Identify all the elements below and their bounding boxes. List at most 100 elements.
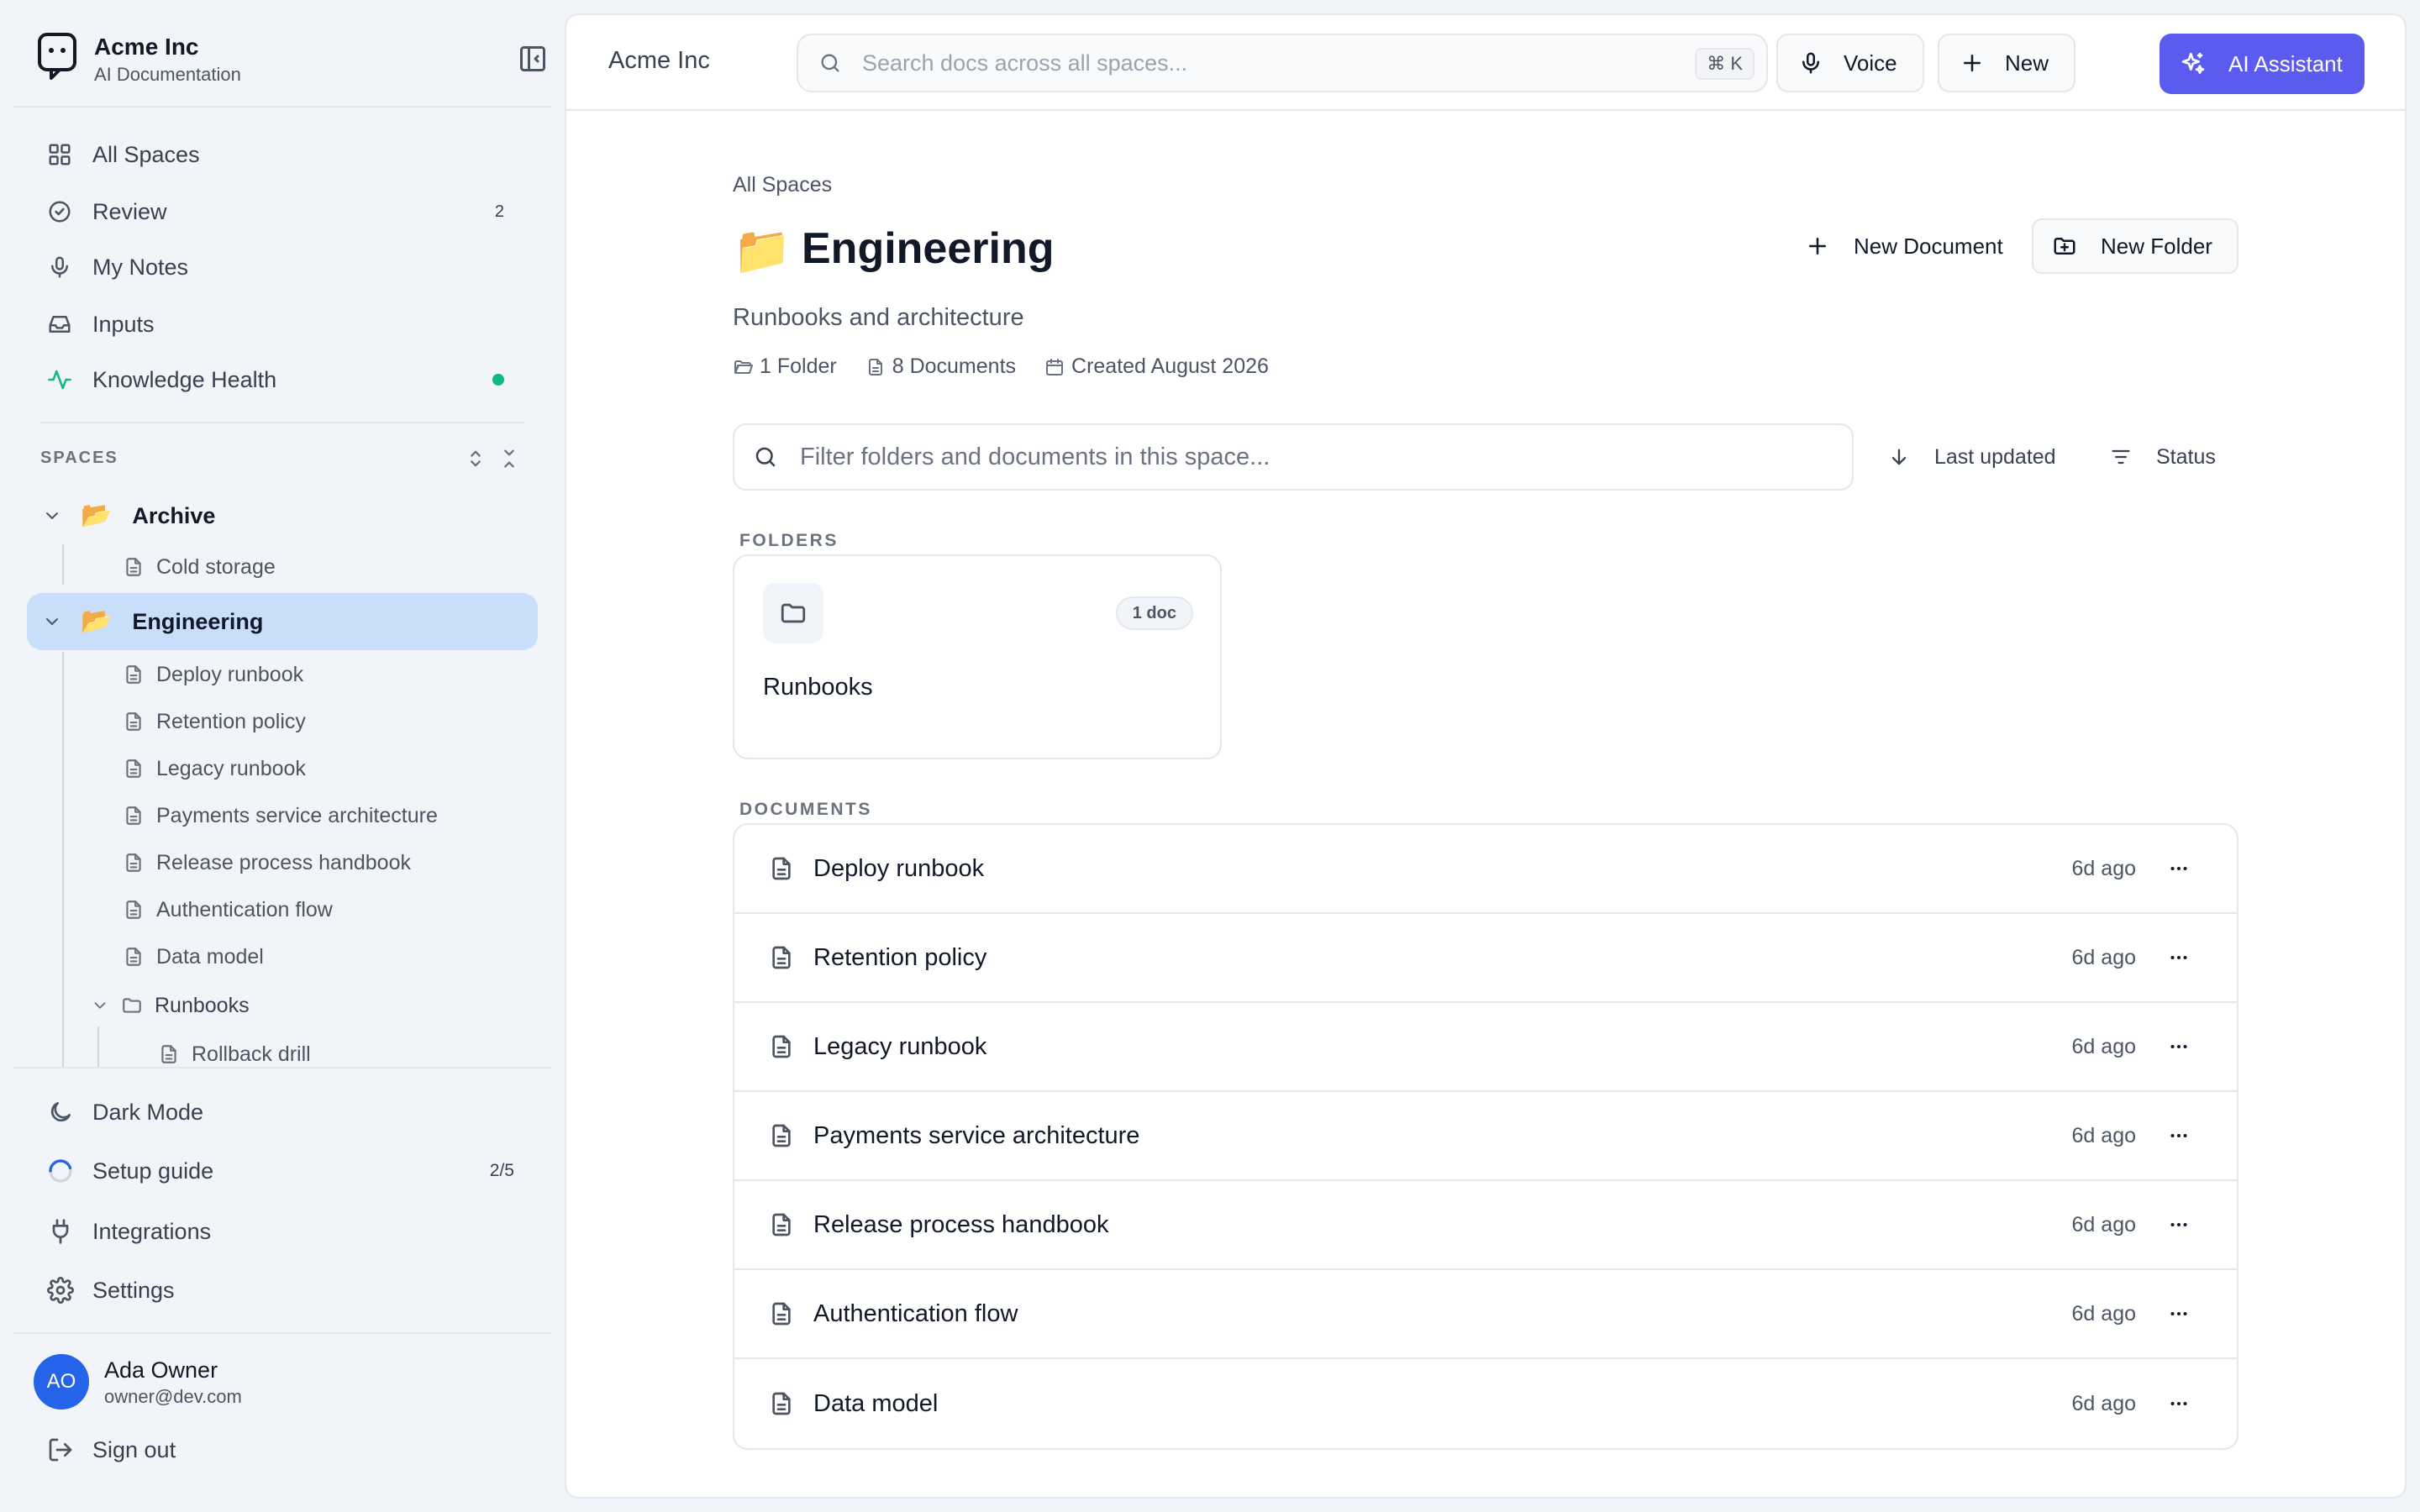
document-row[interactable]: Deploy runbook 6d ago [734, 825, 2237, 914]
tree-doc-data-model[interactable]: Data model [123, 937, 264, 976]
document-title: Deploy runbook [813, 854, 985, 882]
document-title: Data model [813, 1389, 939, 1417]
chevron-down-icon[interactable] [91, 996, 109, 1015]
workspace-title: Acme Inc [608, 47, 710, 74]
document-icon [123, 805, 145, 827]
document-updated: 6d ago [2071, 1123, 2136, 1147]
nav-label: Inputs [92, 311, 155, 337]
more-horizontal-icon[interactable] [2166, 1391, 2191, 1416]
dark-mode-toggle[interactable]: Dark Mode [47, 1089, 526, 1136]
chevron-down-icon[interactable] [42, 506, 62, 526]
plus-icon [1805, 234, 1830, 259]
document-icon [123, 556, 145, 578]
more-horizontal-icon[interactable] [2166, 1212, 2191, 1237]
activity-icon [47, 367, 72, 392]
folder-label: Runbooks [155, 993, 250, 1017]
sign-out-button[interactable]: Sign out [47, 1426, 526, 1473]
new-document-button[interactable]: New Document [1786, 218, 2015, 274]
document-icon [123, 758, 145, 780]
document-icon [768, 1122, 795, 1149]
document-title: Payments service architecture [813, 1121, 1140, 1149]
nav-my-notes[interactable]: My Notes [47, 244, 526, 291]
doc-label: Deploy runbook [156, 662, 304, 686]
tree-guide [97, 1026, 99, 1068]
document-row[interactable]: Legacy runbook 6d ago [734, 1003, 2237, 1092]
plus-icon [1960, 50, 1985, 76]
document-count-label: 8 Documents [892, 354, 1017, 378]
document-row[interactable]: Authentication flow 6d ago [734, 1270, 2237, 1359]
tree-doc-authentication-flow[interactable]: Authentication flow [123, 890, 333, 929]
collapse-all-icon[interactable] [497, 447, 521, 470]
main-panel: Acme Inc Search docs across all spaces..… [565, 13, 2407, 1499]
status-filter-button[interactable]: Status [2109, 433, 2216, 480]
voice-button[interactable]: Voice [1776, 34, 1924, 92]
document-updated: 6d ago [2071, 1212, 2136, 1236]
folder-card-runbooks[interactable]: 1 doc Runbooks [733, 554, 1222, 759]
nav-review[interactable]: Review 2 [47, 188, 526, 235]
space-filter-input[interactable]: Filter folders and documents in this spa… [733, 423, 1854, 491]
ai-assistant-button[interactable]: AI Assistant [2160, 34, 2365, 94]
document-row[interactable]: Payments service architecture 6d ago [734, 1092, 2237, 1181]
space-name: Archive [132, 502, 216, 528]
page-description: Runbooks and architecture [733, 304, 1024, 331]
integrations-link[interactable]: Integrations [47, 1208, 526, 1255]
spaces-section-label: SPACES [40, 449, 118, 467]
folder-emoji-icon: 📂 [81, 607, 113, 635]
space-archive[interactable]: 📂 Archive [27, 487, 538, 544]
document-row[interactable]: Release process handbook 6d ago [734, 1181, 2237, 1270]
grid-icon [47, 142, 72, 167]
doc-label: Release process handbook [156, 850, 411, 874]
more-horizontal-icon[interactable] [2166, 856, 2191, 881]
new-folder-label: New Folder [2101, 233, 2212, 259]
more-horizontal-icon[interactable] [2166, 1123, 2191, 1148]
user-profile[interactable]: AO Ada Owner owner@dev.com [34, 1354, 538, 1413]
space-engineering[interactable]: 📂 Engineering [27, 593, 538, 650]
nav-all-spaces[interactable]: All Spaces [47, 131, 526, 178]
divider [13, 1067, 551, 1068]
arrow-down-icon [1887, 445, 1911, 469]
tree-folder-runbooks[interactable]: Runbooks [91, 986, 250, 1025]
settings-link[interactable]: Settings [47, 1267, 526, 1314]
nav-label: Sign out [92, 1436, 176, 1462]
breadcrumb[interactable]: All Spaces [733, 173, 832, 197]
chevron-down-icon[interactable] [42, 612, 62, 632]
doc-label: Retention policy [156, 709, 306, 733]
folders-section-label: FOLDERS [739, 531, 839, 550]
folder-icon [121, 995, 143, 1016]
document-row[interactable]: Retention policy 6d ago [734, 914, 2237, 1003]
expand-all-icon[interactable] [464, 447, 487, 470]
created-date: Created August 2026 [1044, 354, 1269, 379]
global-search-input[interactable]: Search docs across all spaces... ⌘ K [797, 34, 1768, 92]
tree-doc-legacy-runbook[interactable]: Legacy runbook [123, 749, 306, 788]
search-icon [753, 444, 778, 470]
more-horizontal-icon[interactable] [2166, 945, 2191, 970]
collapse-sidebar-icon[interactable] [518, 44, 548, 74]
divider [13, 106, 551, 108]
user-name: Ada Owner [104, 1357, 218, 1383]
more-horizontal-icon[interactable] [2166, 1301, 2191, 1326]
nav-label: Dark Mode [92, 1099, 204, 1125]
tree-doc-retention-policy[interactable]: Retention policy [123, 702, 306, 741]
folder-count: 1 Folder [733, 354, 837, 379]
sort-button[interactable]: Last updated [1887, 433, 2056, 480]
org-header[interactable]: Acme Inc AI Documentation [37, 30, 545, 91]
microphone-icon [47, 255, 72, 280]
document-icon [865, 357, 886, 377]
tree-doc-release-process-handbook[interactable]: Release process handbook [123, 843, 411, 882]
more-horizontal-icon[interactable] [2166, 1034, 2191, 1059]
new-folder-button[interactable]: New Folder [2032, 218, 2238, 274]
tree-doc-cold-storage[interactable]: Cold storage [123, 548, 276, 586]
document-row[interactable]: Data model 6d ago [734, 1359, 2237, 1448]
nav-inputs[interactable]: Inputs [47, 301, 526, 348]
tree-guide [62, 544, 64, 585]
nav-knowledge-health[interactable]: Knowledge Health [47, 356, 526, 403]
moon-icon [47, 1099, 74, 1126]
tree-doc-deploy-runbook[interactable]: Deploy runbook [123, 655, 303, 694]
document-title: Retention policy [813, 943, 987, 971]
new-button[interactable]: New [1938, 34, 2075, 92]
top-bar: Acme Inc Search docs across all spaces..… [566, 15, 2405, 111]
setup-guide-link[interactable]: Setup guide 2/5 [47, 1147, 526, 1194]
tree-doc-payments-service-architecture[interactable]: Payments service architecture [123, 796, 438, 835]
nav-label: Review [92, 198, 167, 224]
org-subtitle: AI Documentation [94, 64, 241, 85]
